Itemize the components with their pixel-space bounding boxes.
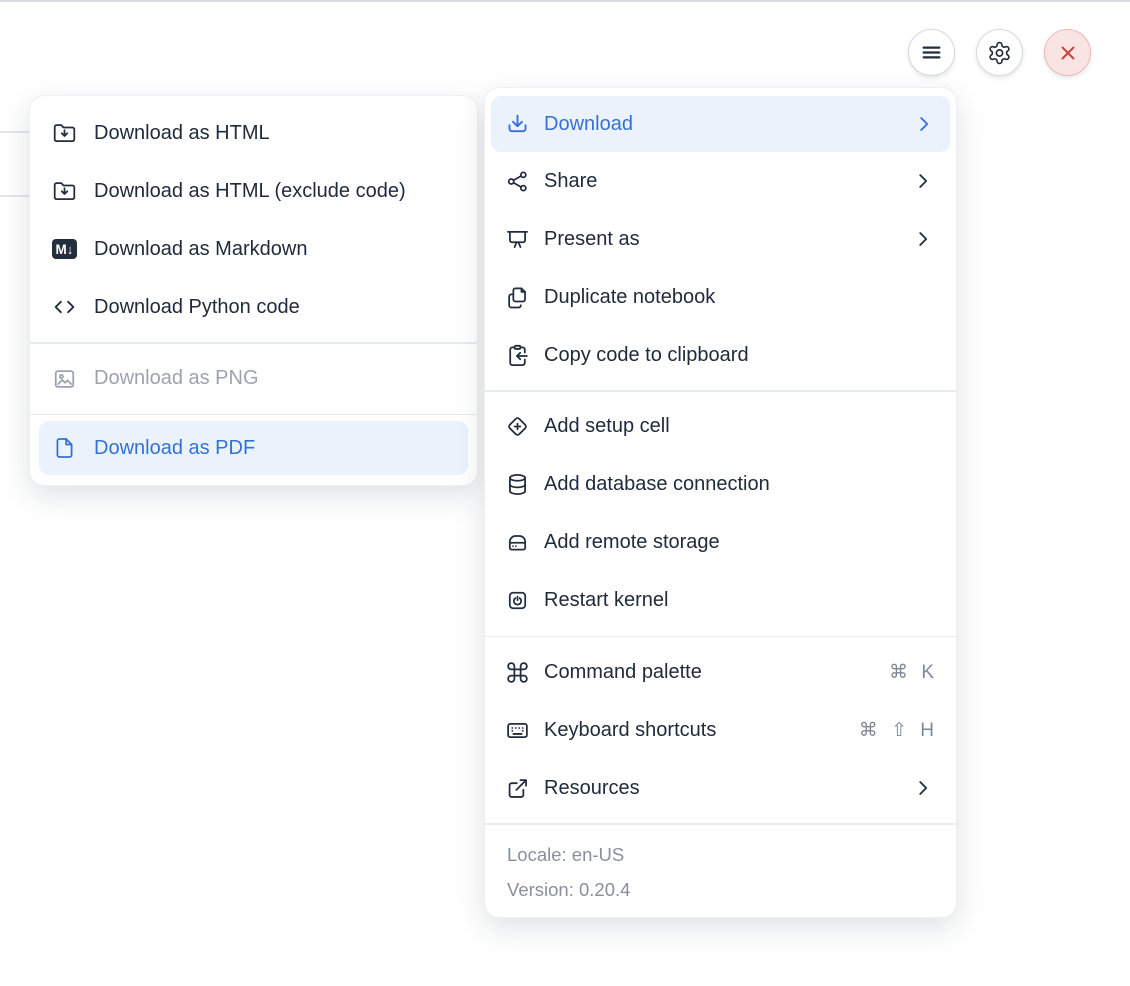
menu-item-label: Copy code to clipboard xyxy=(544,343,749,366)
keyboard-icon xyxy=(505,718,530,743)
shortcut-hint: ⌘ ⇧ H xyxy=(858,719,934,741)
database-icon xyxy=(505,472,530,497)
gear-icon xyxy=(987,40,1012,65)
power-icon xyxy=(505,588,530,613)
folder-download-icon xyxy=(52,179,77,204)
menu-button[interactable] xyxy=(908,29,955,76)
menu-item-label: Download as HTML xyxy=(94,121,270,144)
menu-item-label: Present as xyxy=(544,227,640,250)
menu-item-download-as-markdown[interactable]: M↓ Download as Markdown xyxy=(30,220,477,278)
share-icon xyxy=(505,169,530,194)
download-submenu: Download as HTML Download as HTML (exclu… xyxy=(30,96,477,485)
menu-item-share[interactable]: Share xyxy=(485,152,956,210)
menu-item-label: Keyboard shortcuts xyxy=(544,718,717,741)
menu-divider xyxy=(485,635,956,637)
menu-item-label: Add database connection xyxy=(544,473,770,495)
menu-item-label: Download as PDF xyxy=(94,436,256,459)
menu-divider xyxy=(485,390,956,392)
background-rule xyxy=(0,131,30,133)
shortcut-hint: ⌘ K xyxy=(889,661,934,683)
menu-item-download-as-pdf[interactable]: Download as PDF xyxy=(39,421,468,475)
menu-item-command-palette[interactable]: Command palette ⌘ K xyxy=(485,643,956,701)
chevron-right-icon xyxy=(912,777,934,799)
command-icon xyxy=(505,660,530,685)
menu-item-copy-code-to-clipboard[interactable]: Copy code to clipboard xyxy=(485,326,956,384)
menu-item-label: Resources xyxy=(544,776,640,799)
folder-download-icon xyxy=(52,121,77,146)
menu-item-label: Download as HTML (exclude code) xyxy=(94,179,406,202)
menu-item-present-as[interactable]: Present as xyxy=(485,210,956,268)
close-menu-button[interactable] xyxy=(1044,29,1091,76)
floating-toolbar xyxy=(908,29,1091,76)
menu-item-add-remote-storage[interactable]: Add remote storage xyxy=(485,514,956,572)
menu-divider xyxy=(485,823,956,825)
menu-item-label: Share xyxy=(544,169,598,192)
menu-item-label: Add setup cell xyxy=(544,415,670,437)
menu-item-resources[interactable]: Resources xyxy=(485,759,956,817)
chevron-right-icon xyxy=(913,113,935,135)
menu-item-restart-kernel[interactable]: Restart kernel xyxy=(485,572,956,630)
menu-item-keyboard-shortcuts[interactable]: Keyboard shortcuts ⌘ ⇧ H xyxy=(485,701,956,759)
markdown-icon: M↓ xyxy=(52,237,77,262)
menu-item-label: Add remote storage xyxy=(544,531,720,553)
background-rule xyxy=(0,195,30,197)
download-icon xyxy=(505,112,530,137)
menu-divider xyxy=(30,342,477,344)
menu-item-download-python-code[interactable]: Download Python code xyxy=(30,278,477,336)
menu-item-duplicate-notebook[interactable]: Duplicate notebook xyxy=(485,268,956,326)
menu-item-download-as-png: Download as PNG xyxy=(30,350,477,408)
code-icon xyxy=(52,295,77,320)
close-icon xyxy=(1055,40,1080,65)
settings-button[interactable] xyxy=(976,29,1023,76)
duplicate-icon xyxy=(505,285,530,310)
menu-footer: Locale: en-US Version: 0.20.4 xyxy=(485,831,956,911)
menu-item-download-as-html[interactable]: Download as HTML xyxy=(30,104,477,162)
file-icon xyxy=(52,436,77,461)
menu-item-add-database-connection[interactable]: Add database connection xyxy=(485,456,956,514)
presentation-icon xyxy=(505,227,530,252)
version-text: Version: 0.20.4 xyxy=(507,878,631,900)
chevron-right-icon xyxy=(912,228,934,250)
menu-item-add-setup-cell[interactable]: Add setup cell xyxy=(485,398,956,456)
menu-item-download-as-html-exclude-code[interactable]: Download as HTML (exclude code) xyxy=(30,162,477,220)
menu-item-label: Command palette xyxy=(544,660,702,683)
diamond-plus-icon xyxy=(505,414,530,439)
chevron-right-icon xyxy=(912,170,934,192)
menu-item-download[interactable]: Download xyxy=(491,96,950,152)
storage-icon xyxy=(505,530,530,555)
main-menu: Download Share Present as Duplicate note… xyxy=(485,88,956,917)
clipboard-copy-icon xyxy=(505,343,530,368)
menu-item-label: Download Python code xyxy=(94,295,300,318)
menu-item-label: Download as Markdown xyxy=(94,237,308,260)
menu-item-label: Download xyxy=(544,112,633,135)
locale-text: Locale: en-US xyxy=(507,843,625,865)
external-link-icon xyxy=(505,776,530,801)
image-icon xyxy=(52,366,77,391)
menu-divider xyxy=(30,413,477,415)
page-top-border xyxy=(0,0,1130,2)
menu-item-label: Duplicate notebook xyxy=(544,285,716,308)
menu-item-label: Download as PNG xyxy=(94,367,259,389)
menu-item-label: Restart kernel xyxy=(544,589,669,611)
hamburger-icon xyxy=(919,40,944,65)
